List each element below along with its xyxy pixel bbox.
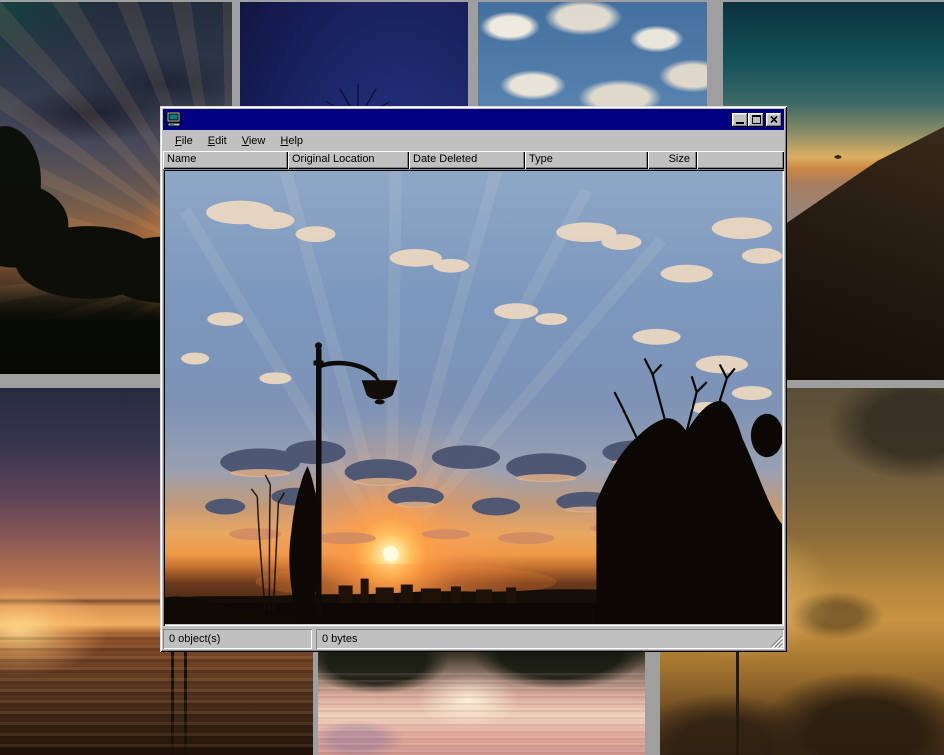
column-header-size[interactable]: Size — [648, 151, 697, 169]
sunset-lamp-photo — [165, 171, 782, 624]
menu-item-view[interactable]: View — [240, 134, 268, 148]
column-header-type[interactable]: Type — [525, 151, 648, 169]
window-controls — [732, 113, 782, 127]
file-list-view[interactable] — [163, 169, 784, 626]
resize-grip[interactable] — [770, 635, 783, 648]
column-header-row: Name Original Location Date Deleted Type… — [163, 151, 784, 169]
menu-bar: File Edit View Help — [163, 131, 784, 151]
status-object-count: 0 object(s) — [163, 629, 312, 649]
desktop: File Edit View Help Name Original Locati… — [0, 0, 944, 755]
maximize-button[interactable] — [748, 113, 764, 127]
computer-icon[interactable] — [165, 112, 182, 128]
window-titlebar[interactable] — [163, 109, 784, 130]
maximize-icon — [752, 115, 761, 124]
menu-item-file[interactable]: File — [173, 134, 195, 148]
column-header-name[interactable]: Name — [163, 151, 288, 169]
minimize-icon — [736, 122, 744, 124]
column-header-original-location[interactable]: Original Location — [288, 151, 409, 169]
status-total-size: 0 bytes — [316, 629, 784, 649]
menu-item-help[interactable]: Help — [278, 134, 305, 148]
close-icon — [770, 116, 778, 123]
close-button[interactable] — [766, 113, 782, 127]
status-bar: 0 object(s) 0 bytes — [163, 629, 784, 649]
recycle-bin-window: File Edit View Help Name Original Locati… — [160, 106, 787, 652]
menu-item-edit[interactable]: Edit — [206, 134, 229, 148]
column-header-date-deleted[interactable]: Date Deleted — [409, 151, 525, 169]
sun — [383, 546, 399, 562]
column-header-filler — [697, 151, 784, 169]
minimize-button[interactable] — [732, 113, 748, 127]
